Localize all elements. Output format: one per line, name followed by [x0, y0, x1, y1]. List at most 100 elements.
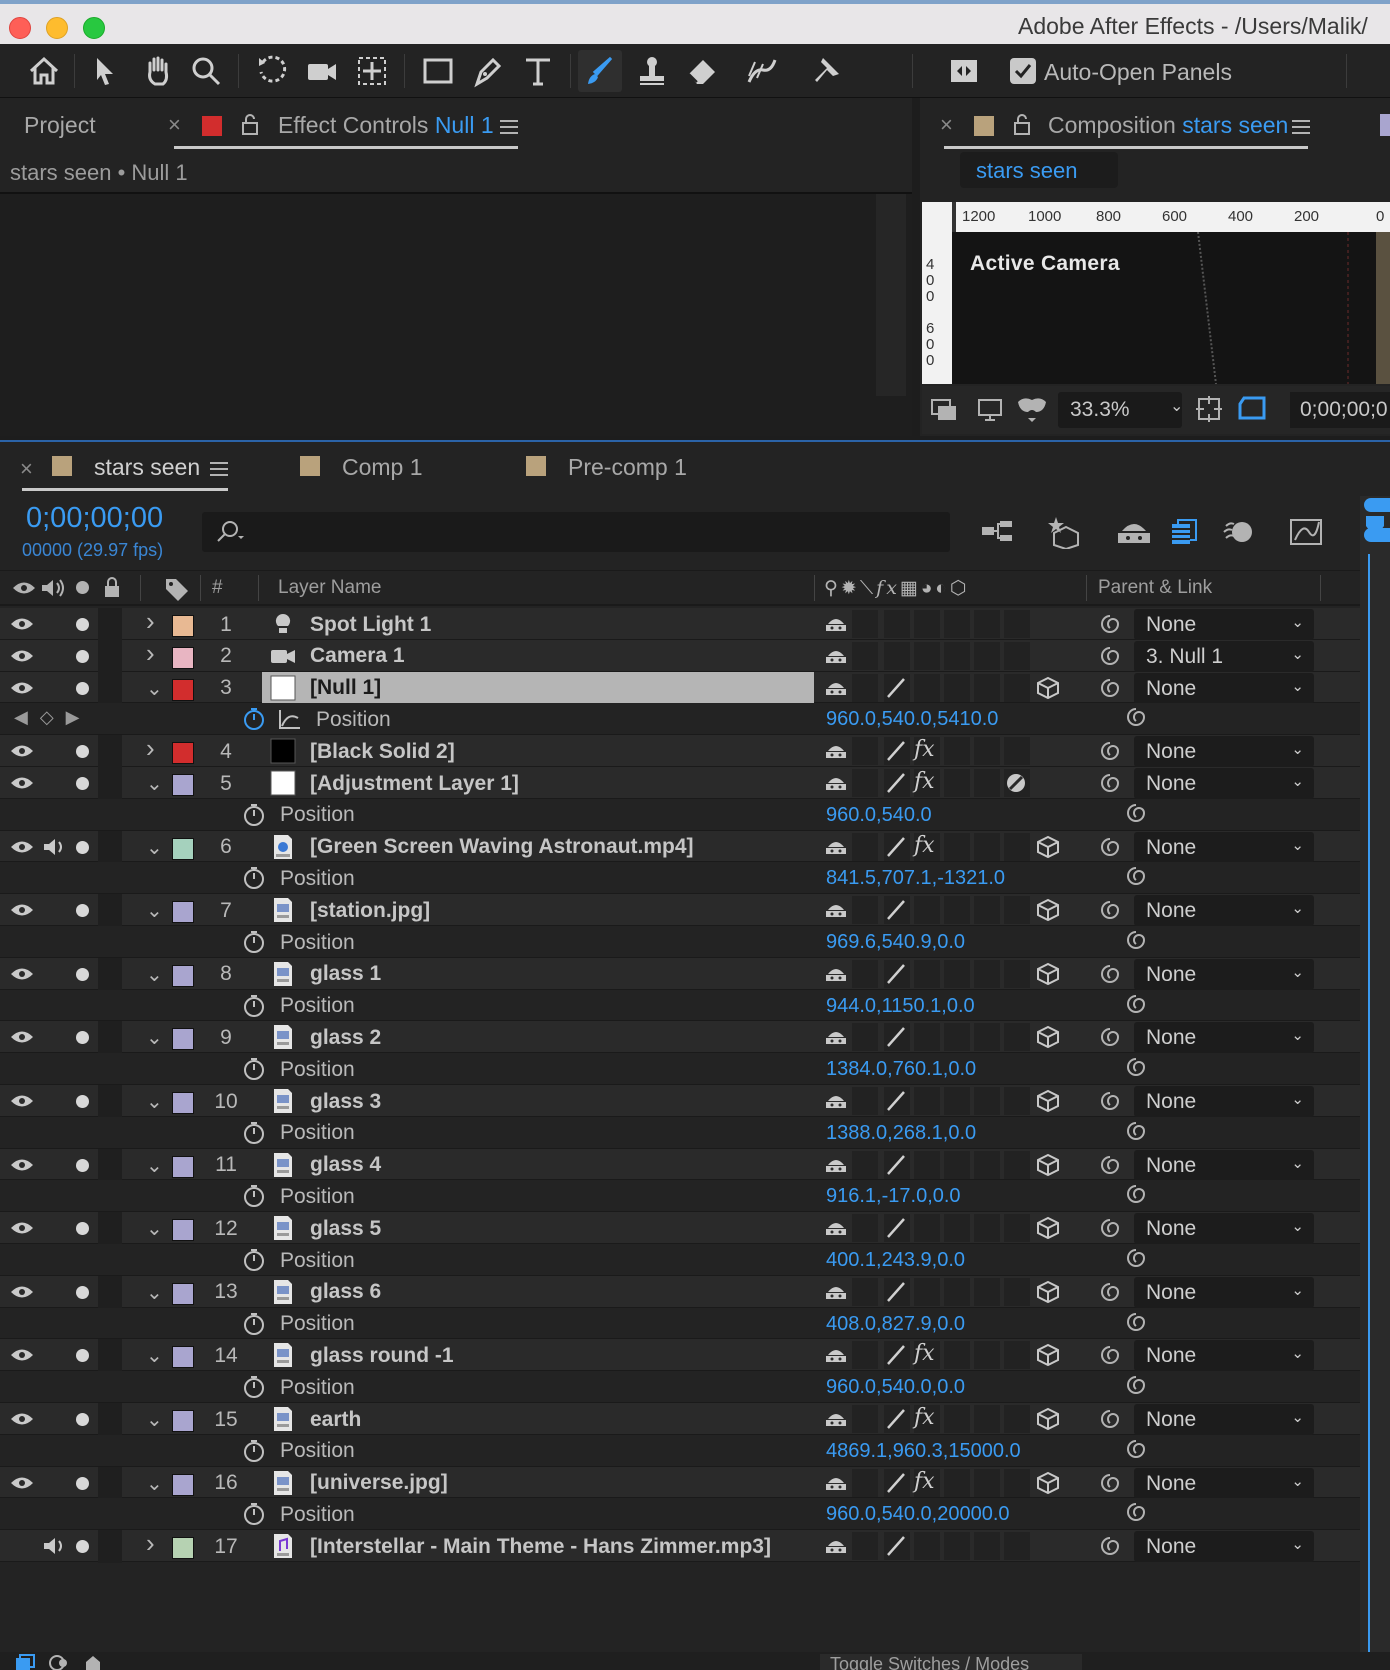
solo-toggle[interactable] — [76, 1285, 89, 1299]
lock-icon[interactable] — [240, 114, 260, 136]
switch-cell[interactable] — [974, 1405, 1000, 1433]
eye-icon[interactable] — [10, 1283, 34, 1301]
tab-composition[interactable]: Composition stars seen — [1048, 112, 1288, 139]
lock-toggle[interactable] — [98, 957, 122, 991]
pick-whip-icon[interactable] — [1098, 1153, 1122, 1177]
switch-cell[interactable] — [914, 673, 940, 702]
property-value[interactable]: 1384.0,760.1,0.0 — [826, 1053, 976, 1086]
property-value[interactable]: 960.0,540.0,5410.0 — [826, 703, 998, 736]
switch-cell[interactable] — [974, 959, 1000, 988]
fx-icon[interactable]: fx — [914, 1405, 935, 1430]
stopwatch-icon[interactable] — [242, 1374, 266, 1400]
property-value[interactable]: 944.0,1150.1,0.0 — [826, 990, 975, 1023]
pick-whip-icon[interactable] — [1098, 835, 1122, 859]
scrollbar[interactable] — [876, 194, 906, 396]
expression-pick-whip-icon[interactable] — [1124, 1119, 1148, 1143]
label-color-swatch[interactable] — [172, 615, 194, 637]
property-value[interactable]: 400.1,243.9,0.0 — [826, 1244, 965, 1277]
region-of-interest-icon[interactable] — [1236, 394, 1270, 426]
label-color-swatch[interactable] — [172, 1537, 194, 1560]
motion-blur-icon[interactable] — [1218, 512, 1258, 552]
layer-row[interactable]: ⌄ 7 [station.jpg] None ⌄ — [0, 894, 1360, 928]
quality-slash-icon[interactable] — [884, 961, 908, 987]
parent-dropdown[interactable]: None ⌄ — [1134, 768, 1314, 799]
switch-cell[interactable] — [852, 959, 878, 988]
layer-name[interactable]: earth — [262, 1403, 814, 1436]
label-color-swatch[interactable] — [172, 1346, 194, 1369]
expression-pick-whip-icon[interactable] — [1124, 1182, 1148, 1206]
selection-icon[interactable] — [82, 50, 126, 92]
minimize-window-button[interactable] — [46, 17, 68, 39]
solo-toggle[interactable] — [76, 1222, 89, 1236]
layer-row[interactable]: › 2 Camera 1 3. Null 1 ⌄ — [0, 638, 1360, 673]
chevron-down-icon[interactable]: ⌄ — [146, 1343, 163, 1368]
label-color-swatch[interactable] — [172, 964, 194, 987]
switch-cell[interactable] — [852, 673, 878, 702]
shy-icon[interactable] — [824, 1155, 848, 1175]
3d-layer-icon[interactable] — [1036, 1343, 1060, 1367]
eye-icon[interactable] — [10, 901, 34, 919]
always-preview-icon[interactable] — [930, 396, 958, 424]
switch-cell[interactable] — [914, 641, 940, 670]
current-timecode[interactable]: 0;00;00;00 — [26, 502, 163, 535]
layer-search-input[interactable] — [202, 512, 950, 552]
switch-cell[interactable] — [1004, 673, 1030, 702]
eye-icon[interactable] — [10, 679, 34, 697]
layer-row[interactable]: ⌄ 11 glass 4 None ⌄ — [0, 1148, 1360, 1182]
eye-icon[interactable] — [10, 742, 34, 760]
clone-stamp-icon[interactable] — [630, 50, 674, 92]
switch-cell[interactable] — [944, 1341, 970, 1370]
switch-cell[interactable] — [974, 1277, 1000, 1306]
chevron-down-icon[interactable]: ⌄ — [146, 1153, 163, 1178]
property-value[interactable]: 916.1,-17.0,0.0 — [826, 1180, 961, 1213]
expression-pick-whip-icon[interactable] — [1124, 928, 1148, 952]
lock-toggle[interactable] — [98, 1275, 122, 1309]
pan-behind-icon[interactable] — [350, 50, 394, 92]
tab-pre-comp-1[interactable]: Pre-comp 1 — [568, 454, 687, 481]
expression-pick-whip-icon[interactable] — [1124, 1437, 1148, 1461]
switch-cell[interactable] — [914, 1023, 940, 1052]
eye-icon[interactable] — [10, 774, 34, 792]
switch-cell[interactable] — [1004, 610, 1030, 638]
fx-icon[interactable]: fx — [914, 769, 935, 794]
layer-row[interactable]: ⌄ 14 glass round -1 fx None ⌄ — [0, 1339, 1360, 1373]
lock-toggle[interactable] — [98, 1021, 122, 1055]
switch-cell[interactable] — [1004, 1341, 1030, 1370]
expression-pick-whip-icon[interactable] — [1124, 1310, 1148, 1334]
layer-row[interactable]: ⌄ 15 earth fx None ⌄ — [0, 1403, 1360, 1436]
switch-cell[interactable] — [914, 1532, 940, 1561]
property-row[interactable]: Position 400.1,243.9,0.0 — [0, 1244, 1360, 1276]
lock-toggle[interactable] — [98, 671, 122, 705]
layer-row[interactable]: ⌄ 9 glass 2 None ⌄ — [0, 1021, 1360, 1055]
layer-row[interactable]: ⌄ 3 [Null 1] None ⌄ — [0, 671, 1360, 705]
comp-flowchart-label[interactable]: stars seen — [960, 152, 1118, 188]
shy-icon[interactable] — [824, 614, 848, 634]
stopwatch-icon[interactable] — [242, 802, 266, 828]
chevron-down-icon[interactable]: ⌄ — [146, 771, 163, 796]
switch-cell[interactable] — [852, 737, 878, 766]
property-value[interactable]: 960.0,540.0 — [826, 799, 932, 832]
current-time-indicator[interactable] — [1368, 554, 1370, 1654]
layer-name[interactable]: [Green Screen Waving Astronaut.mp4] — [262, 831, 814, 864]
switch-cell[interactable] — [974, 1150, 1000, 1179]
layer-row[interactable]: › 1 Spot Light 1 None ⌄ — [0, 606, 1360, 641]
label-color-swatch[interactable] — [172, 646, 194, 669]
switch-cell[interactable] — [884, 610, 910, 638]
grid-guides-icon[interactable] — [1194, 394, 1224, 424]
switch-cell[interactable] — [944, 1405, 970, 1433]
layer-name[interactable]: [Adjustment Layer 1] — [262, 767, 814, 800]
zoom-window-button[interactable] — [83, 17, 105, 39]
panel-menu-icon[interactable] — [1292, 120, 1310, 134]
chevron-down-icon[interactable]: ⌄ — [146, 1280, 163, 1305]
switch-cell[interactable] — [852, 1214, 878, 1243]
expression-pick-whip-icon[interactable] — [1124, 1246, 1148, 1270]
switch-cell[interactable] — [944, 769, 970, 797]
layer-switches-icon[interactable] — [14, 1654, 36, 1670]
property-row[interactable]: Position 916.1,-17.0,0.0 — [0, 1180, 1360, 1213]
solo-toggle[interactable] — [76, 967, 89, 981]
switch-cell[interactable] — [852, 1532, 878, 1561]
frame-blending-icon[interactable] — [1164, 512, 1204, 552]
chevron-down-icon[interactable]: ⌄ — [146, 676, 163, 701]
3d-layer-icon[interactable] — [1036, 1153, 1060, 1177]
property-row[interactable]: Position 408.0,827.9,0.0 — [0, 1307, 1360, 1340]
